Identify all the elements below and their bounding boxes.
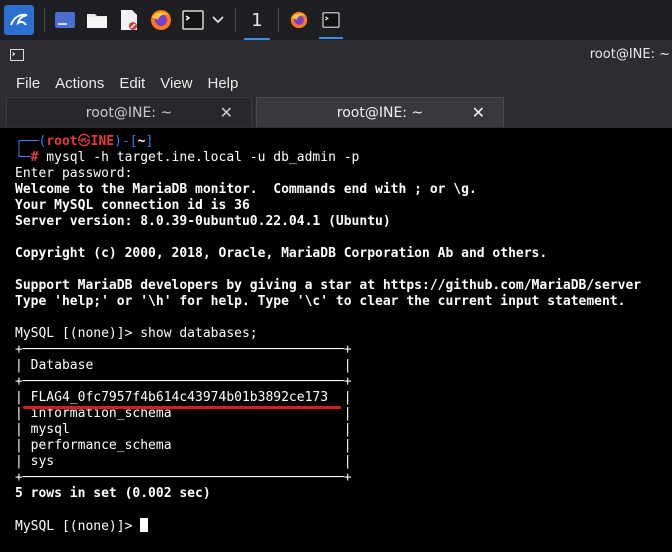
prompt-corner: └─ [15, 150, 31, 165]
menu-actions[interactable]: Actions [55, 75, 104, 92]
table-row: | mysql | [15, 422, 352, 437]
terminal-window-button[interactable] [317, 6, 345, 39]
prompt-host: INE [90, 134, 115, 149]
prompt-at: ㉿ [77, 134, 91, 149]
workspace-switcher[interactable]: 1 [242, 5, 272, 40]
table-border: +───────────────────────────────────────… [15, 342, 352, 357]
command-line: └─# mysql -h target.ine.local -u db_admi… [15, 150, 672, 166]
tab-label: root@INE: ~ [336, 104, 424, 121]
prompt-separator: )-[ [114, 134, 138, 149]
text-editor-icon[interactable] [115, 6, 143, 34]
output-line: Enter password: [15, 166, 133, 181]
mysql-prompt-line[interactable]: MySQL [(none)]> [15, 518, 672, 534]
tab-terminal-1[interactable]: root@INE: ~ ✕ [6, 97, 252, 127]
window-titlebar[interactable]: root@INE: ~ [0, 40, 672, 70]
panel-separator [44, 8, 45, 32]
firefox-window-button[interactable] [285, 6, 313, 34]
output-line: 5 rows in set (0.002 sec) [15, 486, 211, 501]
table-border: +───────────────────────────────────────… [15, 470, 352, 485]
menu-view[interactable]: View [160, 75, 192, 92]
table-row-flag: | FLAG4_0fc7957f4b614c43974b01b3892ce173… [15, 390, 352, 405]
kali-menu-icon[interactable] [4, 5, 34, 35]
tab-label: root@INE: ~ [85, 104, 173, 121]
mysql-prompt: MySQL [(none)]> [15, 519, 141, 534]
prompt-user: root [46, 134, 78, 149]
files-icon[interactable] [83, 6, 111, 34]
output-line: Support MariaDB developers by giving a s… [15, 278, 642, 293]
highlight-underline [23, 406, 341, 409]
table-border: +───────────────────────────────────────… [15, 374, 352, 389]
firefox-icon[interactable] [147, 6, 175, 34]
terminal-icon [10, 46, 24, 65]
output-line: Welcome to the MariaDB monitor. Commands… [15, 182, 477, 197]
top-panel: 1 [0, 0, 672, 40]
output-line: Copyright (c) 2000, 2018, Oracle, MariaD… [15, 246, 548, 261]
command-text: mysql -h target.ine.local -u db_admin -p [38, 150, 360, 165]
table-row: | performance_schema | [15, 438, 352, 453]
panel-separator [278, 8, 279, 32]
prompt-line: ┌──(root㉿INE)-[~] [15, 134, 672, 150]
output-line: Type 'help;' or '\h' for help. Type '\c'… [15, 294, 626, 309]
prompt-close: ] [145, 134, 154, 149]
close-icon[interactable]: ✕ [472, 103, 485, 122]
terminal-output[interactable]: ┌──(root㉿INE)-[~] └─# mysql -h target.in… [0, 128, 672, 552]
tab-bar: root@INE: ~ ✕ root@INE: ~ ✕ [0, 96, 672, 128]
output-line: MySQL [(none)]> show databases; [15, 326, 258, 341]
menu-file[interactable]: File [16, 75, 40, 92]
table-header: | Database | [15, 358, 352, 373]
output-line: Server version: 8.0.39-0ubuntu0.22.04.1 … [15, 214, 391, 229]
table-row: | sys | [15, 454, 352, 469]
prompt-corner: ┌──( [15, 134, 47, 149]
chevron-down-icon[interactable] [211, 6, 225, 34]
menu-bar: File Actions Edit View Help [0, 70, 672, 96]
menu-help[interactable]: Help [207, 75, 238, 92]
window-title: root@INE: ~ [589, 47, 670, 62]
tab-terminal-2[interactable]: root@INE: ~ ✕ [256, 97, 504, 127]
close-icon[interactable]: ✕ [220, 103, 233, 122]
output-line: Your MySQL connection id is 36 [15, 198, 250, 213]
terminal-icon[interactable] [179, 6, 207, 34]
text-cursor [140, 518, 149, 532]
panel-separator [235, 8, 236, 32]
menu-edit[interactable]: Edit [119, 75, 145, 92]
show-desktop-icon[interactable] [51, 6, 79, 34]
